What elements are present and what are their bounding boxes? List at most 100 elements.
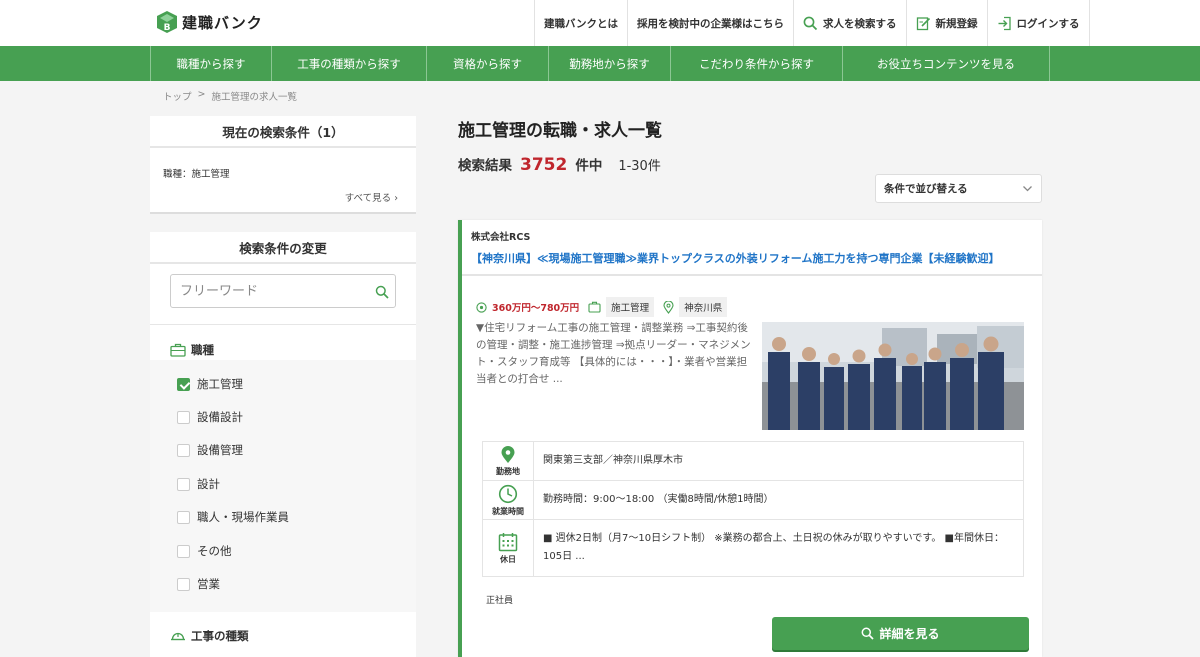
employment-type: 正社員	[486, 596, 514, 606]
salary: 360万円〜780万円	[492, 303, 580, 314]
map-pin-icon	[663, 300, 674, 314]
breadcrumb: トップ > 施工管理の求人一覧	[163, 89, 297, 103]
checkbox-label: その他	[197, 544, 232, 558]
job-type-tag: 施工管理	[606, 297, 655, 317]
search-icon[interactable]	[375, 285, 389, 299]
job-description: ▼住宅リフォーム工事の施工管理・調整業務 ⇒工事契約後の管理・調整・施工進捗管理…	[476, 322, 751, 385]
map-pin-icon	[501, 445, 515, 463]
nav-qualification[interactable]: 資格から探す	[427, 46, 549, 81]
sort-label: 条件で並び替える	[884, 183, 968, 195]
job-photo	[762, 322, 1024, 430]
checkbox-item[interactable]: 職人・現場作業員	[177, 509, 289, 525]
checkbox[interactable]	[177, 477, 190, 491]
nav-location[interactable]: 勤務地から探す	[549, 46, 671, 81]
result-summary: 検索結果 3752 件中 1-30件	[458, 154, 661, 175]
checkbox[interactable]	[177, 443, 190, 457]
job-info-table: 勤務地 関東第三支部／神奈川県厚木市 就業時間 勤務時間：9:00〜18:00 …	[482, 441, 1024, 577]
checkbox[interactable]	[177, 577, 190, 591]
topnav-search-jobs-label: 求人を検索する	[823, 17, 897, 30]
construction-type-heading-label: 工事の種類	[191, 629, 249, 643]
checkbox-item[interactable]: 施工管理	[177, 376, 243, 392]
topnav-register-label: 新規登録	[935, 17, 978, 30]
checkbox-label: 施工管理	[197, 377, 243, 391]
result-count: 3752	[520, 155, 568, 175]
breadcrumb-separator: >	[197, 89, 206, 100]
topnav-register[interactable]: 新規登録	[905, 0, 987, 46]
svg-text:B: B	[164, 23, 171, 33]
current-condition-item: 職種：施工管理	[163, 169, 230, 180]
logo-text: 建職バンク	[182, 13, 263, 32]
info-label-holidays: 休日	[483, 520, 534, 576]
checkbox-item[interactable]: 設備設計	[177, 409, 243, 425]
yen-circle-icon	[476, 301, 487, 313]
nav-job-type[interactable]: 職種から探す	[151, 46, 272, 81]
category-nav: 職種から探す 工事の種類から探す 資格から探す 勤務地から探す こだわり条件から…	[0, 46, 1200, 81]
checkbox-item[interactable]: 営業	[177, 576, 220, 592]
nav-preferences[interactable]: こだわり条件から探す	[671, 46, 843, 81]
checkbox[interactable]	[177, 377, 190, 391]
checkbox-item[interactable]: その他	[177, 543, 232, 559]
chevron-right-icon: ›	[394, 193, 398, 204]
topnav-login[interactable]: ログインする	[986, 0, 1090, 46]
job-title-link[interactable]: 【神奈川県】≪現場施工管理職≫業界トップクラスの外装リフォーム施工力を持つ専門企…	[471, 250, 1042, 266]
info-label-text: 休日	[500, 554, 516, 564]
current-conditions-panel: 現在の検索条件（1） 職種：施工管理 すべて見る ›	[150, 116, 416, 214]
view-details-button[interactable]: 詳細を見る	[772, 617, 1029, 650]
divider	[150, 324, 416, 325]
top-nav: 建職バンクとは 採用を検討中の企業様はこちら 求人を検索する 新規登録 ログイン…	[534, 0, 1090, 46]
topnav-for-companies[interactable]: 採用を検討中の企業様はこちら	[627, 0, 793, 46]
briefcase-icon	[170, 343, 186, 357]
search-icon	[862, 627, 875, 640]
freeword-input[interactable]	[171, 275, 361, 307]
see-all-link[interactable]: すべて見る ›	[345, 190, 398, 204]
site-header: B 建職バンク 建職バンクとは 採用を検討中の企業様はこちら 求人を検索する 新…	[0, 0, 1200, 46]
checkbox-label: 営業	[197, 577, 220, 591]
nav-useful-content[interactable]: お役立ちコンテンツを見る	[843, 46, 1050, 81]
job-card-header: 株式会社RCS 【神奈川県】≪現場施工管理職≫業界トップクラスの外装リフォーム施…	[462, 220, 1042, 276]
nav-construction-type[interactable]: 工事の種類から探す	[272, 46, 427, 81]
chevron-down-icon	[1023, 186, 1032, 192]
checkbox-item[interactable]: 設備管理	[177, 442, 243, 458]
company-name: 株式会社RCS	[471, 232, 531, 243]
checkbox-label: 職人・現場作業員	[197, 510, 289, 524]
current-conditions-title: 現在の検索条件（1）	[150, 116, 416, 148]
job-card[interactable]: 株式会社RCS 【神奈川県】≪現場施工管理職≫業界トップクラスの外装リフォーム施…	[458, 220, 1042, 657]
login-icon	[998, 16, 1011, 30]
checkbox[interactable]	[177, 544, 190, 558]
job-type-heading-label: 職種	[191, 343, 214, 357]
checkbox[interactable]	[177, 510, 190, 524]
topnav-about-label: 建職バンクとは	[544, 17, 619, 30]
checkbox-item[interactable]: 設計	[177, 476, 220, 492]
checkbox[interactable]	[177, 410, 190, 424]
breadcrumb-current: 施工管理の求人一覧	[211, 92, 297, 103]
info-row-location: 勤務地 関東第三支部／神奈川県厚木市	[483, 442, 1023, 481]
topnav-search-jobs[interactable]: 求人を検索する	[793, 0, 906, 46]
info-row-hours: 就業時間 勤務時間：9:00〜18:00 （実働8時間/休憩1時間）	[483, 481, 1023, 520]
sort-select[interactable]: 条件で並び替える	[875, 174, 1042, 203]
see-all-label: すべて見る	[344, 193, 392, 204]
info-value-location: 関東第三支部／神奈川県厚木市	[543, 455, 683, 466]
search-icon	[803, 16, 818, 30]
info-label-hours: 就業時間	[483, 481, 534, 519]
site-logo[interactable]: B 建職バンク	[156, 10, 263, 34]
change-conditions-title: 検索条件の変更	[150, 232, 416, 264]
checkbox-label: 設備設計	[197, 410, 243, 424]
change-conditions-panel: 検索条件の変更 職種 施工管理 設備設計 設備管理 設計 職人・現場作業員 その…	[150, 232, 416, 657]
job-tags: 360万円〜780万円 施工管理 神奈川県	[476, 297, 728, 317]
result-range: 1-30件	[618, 159, 661, 174]
breadcrumb-home[interactable]: トップ	[163, 89, 192, 103]
page-title: 施工管理の転職・求人一覧	[458, 121, 662, 141]
helmet-icon	[171, 632, 185, 641]
logo-icon: B	[157, 11, 177, 33]
info-label-text: 勤務地	[496, 466, 520, 476]
checkbox-label: 設計	[197, 477, 220, 491]
info-row-holidays: 休日 ■ 週休2日制（月7〜10日シフト制） ※業務の都合上、土日祝の休みが取り…	[483, 520, 1023, 576]
job-type-checklist: 施工管理 設備設計 設備管理 設計 職人・現場作業員 その他 営業	[150, 360, 416, 612]
calendar-icon	[498, 532, 518, 551]
freeword-search	[170, 274, 396, 308]
location-tag: 神奈川県	[679, 297, 728, 317]
briefcase-icon	[588, 301, 601, 313]
topnav-login-label: ログインする	[1016, 17, 1080, 30]
checkbox-label: 設備管理	[197, 443, 243, 457]
topnav-about[interactable]: 建職バンクとは	[534, 0, 627, 46]
